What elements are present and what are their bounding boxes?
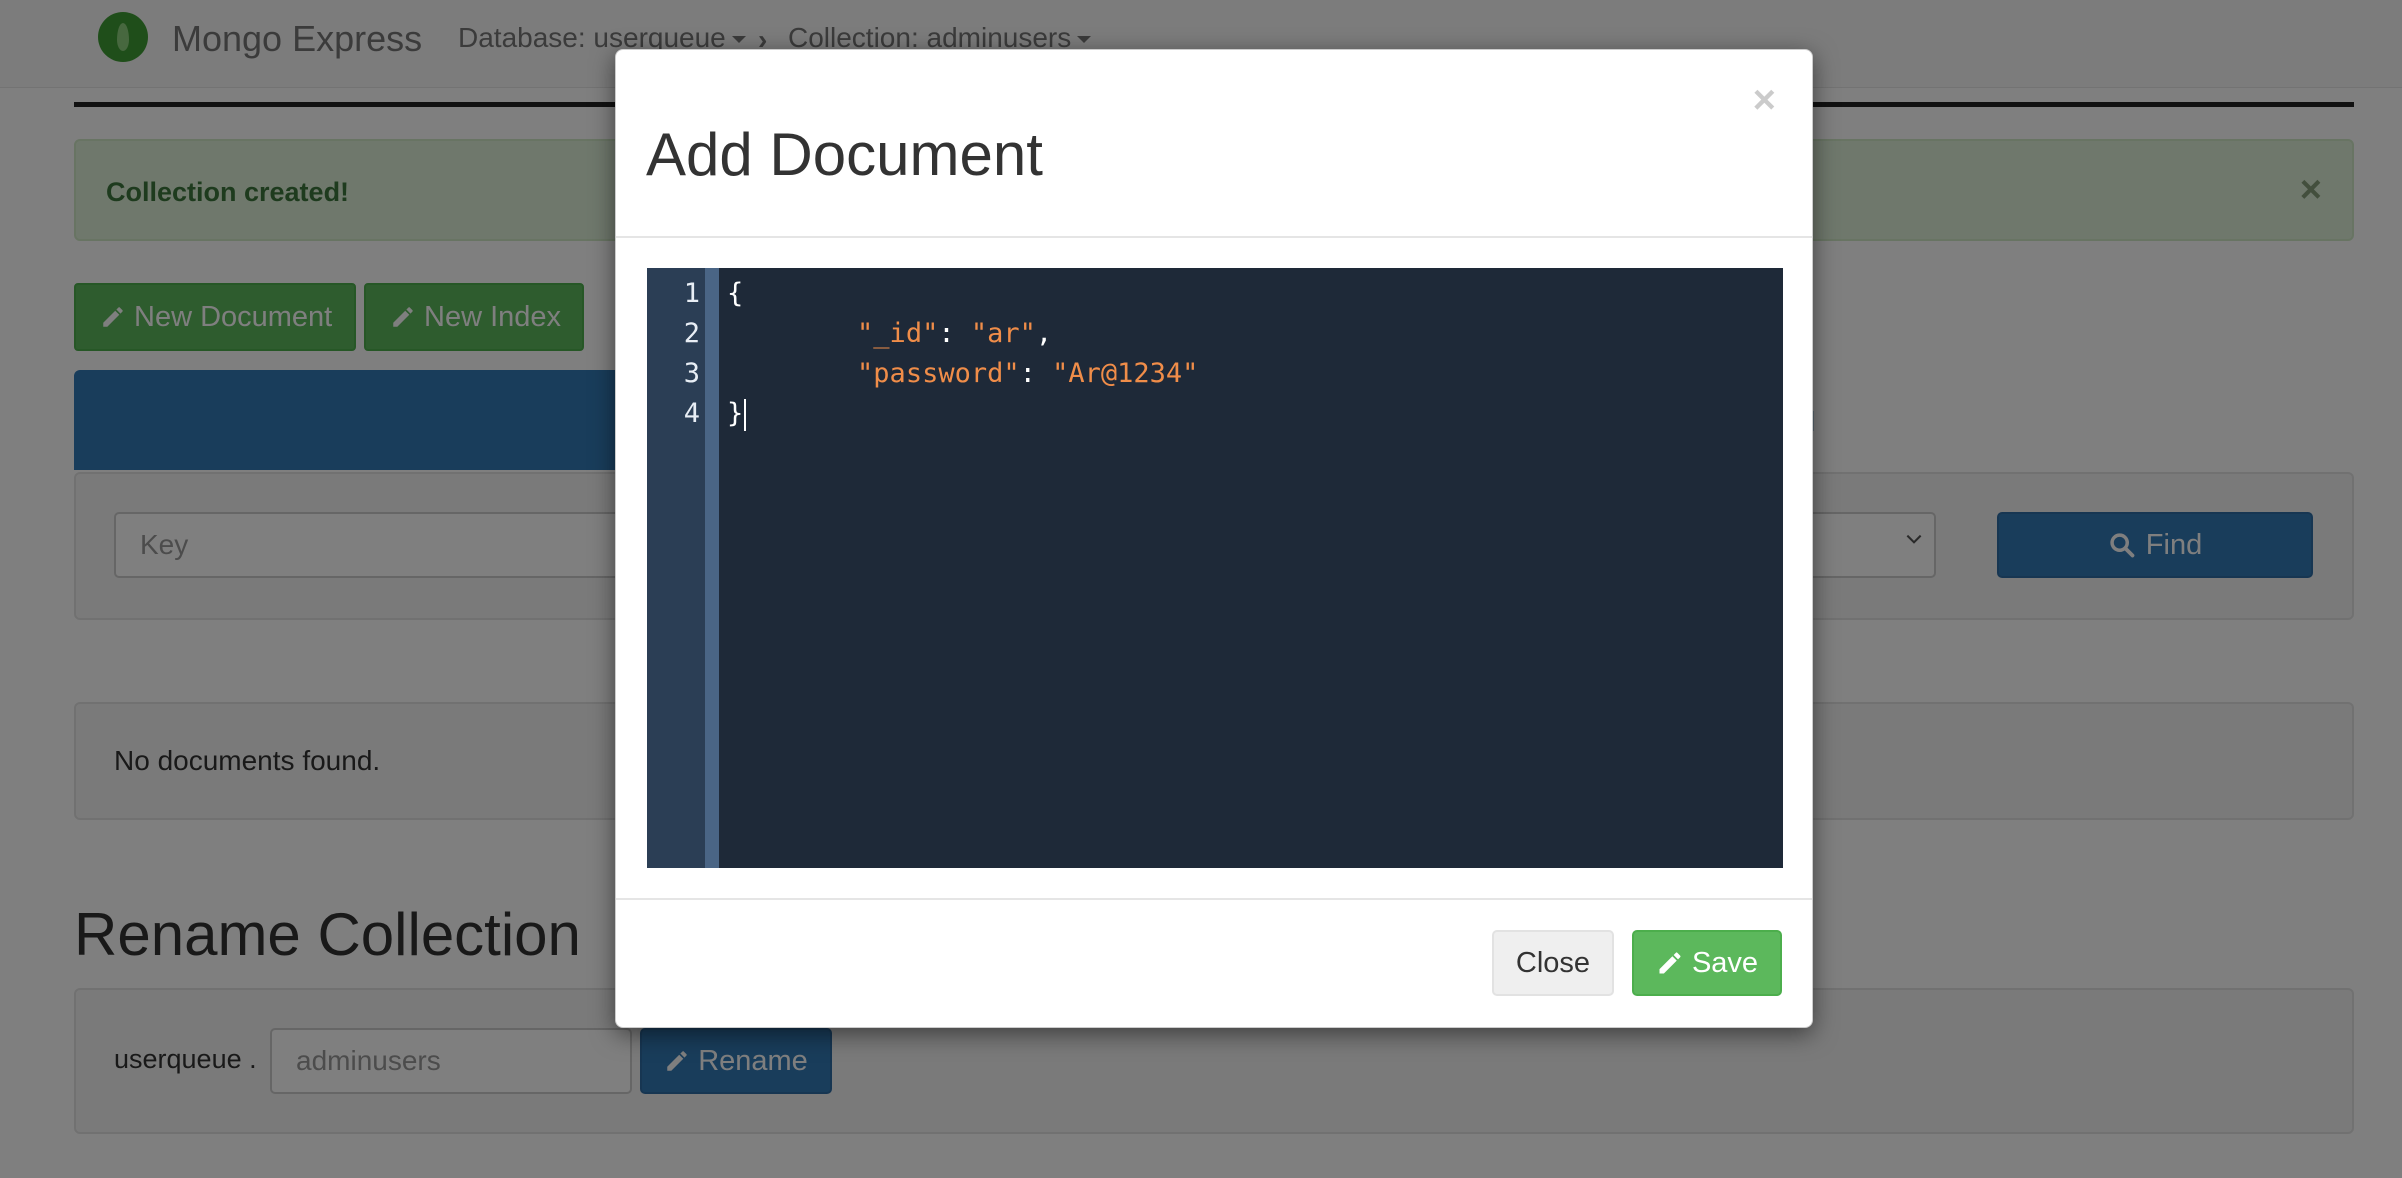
modal-header-divider: [616, 236, 1812, 238]
line-number: 1: [683, 278, 700, 309]
close-button[interactable]: Close: [1492, 930, 1614, 996]
line-number: 3: [683, 358, 700, 389]
modal-footer-divider: [616, 898, 1812, 900]
line-number: 2: [683, 318, 700, 349]
close-button-label: Close: [1515, 946, 1591, 979]
text-cursor: [744, 398, 747, 431]
json-value: "Ar@1234": [1052, 358, 1199, 389]
save-button-label: Save: [1691, 946, 1759, 979]
json-key: "password": [857, 358, 1020, 389]
save-button[interactable]: Save: [1632, 930, 1782, 996]
line-number: 4: [683, 398, 700, 429]
close-brace: }: [727, 398, 744, 429]
json-colon: :: [938, 318, 971, 349]
open-brace: {: [727, 278, 744, 309]
modal-title: Add Document: [646, 121, 1043, 188]
close-icon[interactable]: ×: [1753, 78, 1776, 123]
pencil-icon: [1656, 949, 1684, 977]
json-editor[interactable]: 1 2 3 4 { "_id": "ar", "password": "Ar@1…: [647, 268, 1783, 868]
code-line: "_id": "ar",: [727, 318, 1052, 349]
active-line-marker: [705, 268, 719, 868]
editor-gutter: 1 2 3 4: [647, 268, 705, 868]
json-colon: :: [1019, 358, 1053, 389]
code-line: }: [727, 398, 747, 431]
json-key: "_id": [857, 318, 939, 349]
add-document-modal: Add Document × 1 2 3 4 { "_id": "ar", "p…: [615, 49, 1813, 1028]
json-value: "ar": [970, 318, 1036, 349]
json-comma: ,: [1035, 318, 1053, 349]
code-line: "password": "Ar@1234": [727, 358, 1198, 389]
code-line: {: [727, 278, 743, 309]
